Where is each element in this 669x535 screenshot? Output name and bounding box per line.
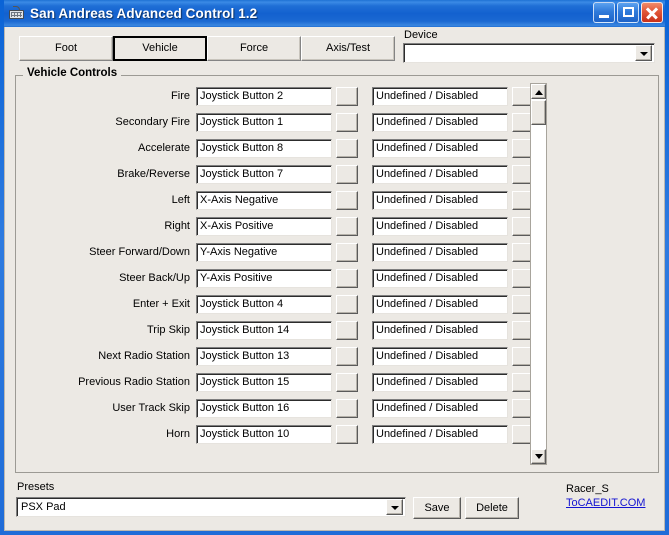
secondary-binding-field[interactable]: Undefined / Disabled xyxy=(372,320,508,340)
device-combobox[interactable] xyxy=(403,43,655,63)
primary-binding-field[interactable]: Joystick Button 2 xyxy=(196,86,332,106)
primary-binding-field[interactable]: Joystick Button 16 xyxy=(196,398,332,418)
primary-binding-field[interactable]: Joystick Button 8 xyxy=(196,138,332,158)
primary-assign-button[interactable] xyxy=(336,190,358,210)
primary-assign-button[interactable] xyxy=(336,268,358,288)
credits: Racer_S ToCAEDIT.COM xyxy=(566,483,645,509)
vertical-scrollbar[interactable] xyxy=(530,83,547,465)
control-label: Steer Forward/Down xyxy=(89,246,190,258)
minimize-button[interactable] xyxy=(593,2,615,23)
secondary-binding-field[interactable]: Undefined / Disabled xyxy=(372,398,508,418)
secondary-binding-field[interactable]: Undefined / Disabled xyxy=(372,242,508,262)
primary-binding-field[interactable]: Joystick Button 1 xyxy=(196,112,332,132)
primary-assign-button[interactable] xyxy=(336,86,358,106)
primary-assign-button[interactable] xyxy=(336,138,358,158)
top-row: Foot Vehicle Force Axis/Test Device xyxy=(5,27,664,71)
save-button[interactable]: Save xyxy=(413,497,461,519)
keyboard-icon xyxy=(8,6,25,21)
control-label: Trip Skip xyxy=(147,324,190,336)
close-button[interactable] xyxy=(641,2,663,23)
presets-label: Presets xyxy=(17,481,55,493)
primary-binding-field[interactable]: Joystick Button 15 xyxy=(196,372,332,392)
primary-assign-button[interactable] xyxy=(336,242,358,262)
chevron-down-icon[interactable] xyxy=(635,45,652,61)
primary-binding-field[interactable]: Joystick Button 14 xyxy=(196,320,332,340)
primary-assign-button[interactable] xyxy=(336,216,358,236)
primary-binding-field[interactable]: X-Axis Positive xyxy=(196,216,332,236)
control-label: Enter + Exit xyxy=(132,298,190,310)
tab-strip: Foot Vehicle Force Axis/Test xyxy=(19,36,395,61)
primary-binding-field[interactable]: Joystick Button 7 xyxy=(196,164,332,184)
secondary-binding-field[interactable]: Undefined / Disabled xyxy=(372,424,508,444)
secondary-binding-field[interactable]: Undefined / Disabled xyxy=(372,268,508,288)
secondary-binding-field[interactable]: Undefined / Disabled xyxy=(372,164,508,184)
maximize-button[interactable] xyxy=(617,2,639,23)
maximize-icon xyxy=(623,7,634,17)
primary-binding-field[interactable]: Joystick Button 13 xyxy=(196,346,332,366)
window-controls xyxy=(593,2,663,23)
secondary-binding-field[interactable]: Undefined / Disabled xyxy=(372,346,508,366)
primary-binding-field[interactable]: Joystick Button 4 xyxy=(196,294,332,314)
secondary-binding-field[interactable]: Undefined / Disabled xyxy=(372,138,508,158)
scrollbar-thumb[interactable] xyxy=(531,100,546,125)
primary-assign-button[interactable] xyxy=(336,398,358,418)
tab-vehicle[interactable]: Vehicle xyxy=(113,36,207,61)
primary-assign-button[interactable] xyxy=(336,112,358,132)
control-label: Previous Radio Station xyxy=(78,376,190,388)
secondary-binding-field[interactable]: Undefined / Disabled xyxy=(372,294,508,314)
application-window: San Andreas Advanced Control 1.2 Foot Ve… xyxy=(0,0,669,535)
window-title: San Andreas Advanced Control 1.2 xyxy=(30,6,258,21)
presets-combobox-value: PSX Pad xyxy=(21,501,66,513)
control-label: User Track Skip xyxy=(112,402,190,414)
primary-assign-button[interactable] xyxy=(336,346,358,366)
primary-assign-button[interactable] xyxy=(336,372,358,392)
vehicle-controls-legend: Vehicle Controls xyxy=(23,67,122,79)
primary-assign-button[interactable] xyxy=(336,294,358,314)
secondary-binding-field[interactable]: Undefined / Disabled xyxy=(372,216,508,236)
primary-binding-field[interactable]: Joystick Button 10 xyxy=(196,424,332,444)
control-label: Next Radio Station xyxy=(98,350,190,362)
device-group: Device xyxy=(403,29,655,63)
delete-button[interactable]: Delete xyxy=(465,497,519,519)
secondary-binding-field[interactable]: Undefined / Disabled xyxy=(372,372,508,392)
tab-axis-test[interactable]: Axis/Test xyxy=(301,36,395,61)
device-label: Device xyxy=(404,29,438,41)
primary-binding-field[interactable]: X-Axis Negative xyxy=(196,190,332,210)
secondary-binding-field[interactable]: Undefined / Disabled xyxy=(372,112,508,132)
website-link[interactable]: ToCAEDIT.COM xyxy=(566,497,645,509)
tab-force[interactable]: Force xyxy=(207,36,301,61)
secondary-binding-field[interactable]: Undefined / Disabled xyxy=(372,86,508,106)
author-name: Racer_S xyxy=(566,483,609,495)
chevron-down-icon[interactable] xyxy=(386,499,403,515)
title-bar[interactable]: San Andreas Advanced Control 1.2 xyxy=(4,0,665,27)
scroll-down-icon[interactable] xyxy=(531,449,546,464)
scroll-up-icon[interactable] xyxy=(531,84,546,99)
tab-foot[interactable]: Foot xyxy=(19,36,113,61)
control-label: Horn xyxy=(166,428,190,440)
control-label: Steer Back/Up xyxy=(119,272,190,284)
primary-binding-field[interactable]: Y-Axis Negative xyxy=(196,242,332,262)
secondary-binding-field[interactable]: Undefined / Disabled xyxy=(372,190,508,210)
primary-assign-button[interactable] xyxy=(336,164,358,184)
presets-combobox[interactable]: PSX Pad xyxy=(16,497,406,517)
control-label: Brake/Reverse xyxy=(117,168,190,180)
primary-assign-button[interactable] xyxy=(336,320,358,340)
control-label: Secondary Fire xyxy=(115,116,190,128)
minimize-icon xyxy=(599,15,609,18)
primary-binding-field[interactable]: Y-Axis Positive xyxy=(196,268,332,288)
primary-assign-button[interactable] xyxy=(336,424,358,444)
control-label: Fire xyxy=(171,90,190,102)
control-label: Left xyxy=(171,194,190,206)
control-label: Right xyxy=(164,220,190,232)
control-label: Accelerate xyxy=(138,142,190,154)
client-area: Foot Vehicle Force Axis/Test Device Vehi… xyxy=(4,27,665,531)
